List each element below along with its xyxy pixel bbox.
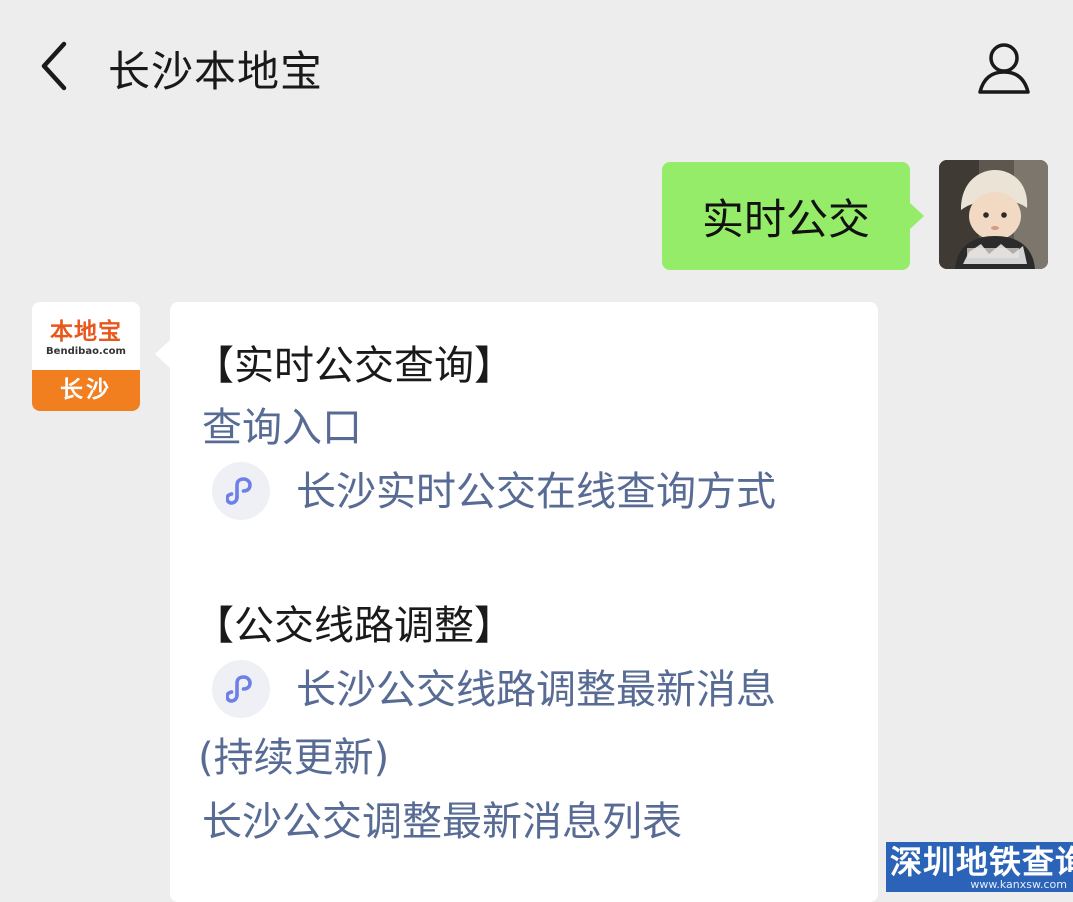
mini-program-icon (212, 462, 270, 520)
mini-program-link-route-adjust[interactable]: 长沙公交线路调整最新消息 (296, 664, 776, 716)
user-message-bubble[interactable]: 实时公交 (662, 162, 924, 270)
city-label: 长沙 (32, 370, 140, 411)
logo-text: 本地宝 (50, 319, 122, 345)
chat-header: 长沙本地宝 (0, 0, 1073, 130)
mini-program-icon (212, 660, 270, 718)
chat-title: 长沙本地宝 (108, 47, 324, 96)
adjust-news-list-link[interactable]: 长沙公交调整最新消息列表 (202, 796, 682, 848)
site-watermark: 深圳地铁查询 www.kanxsw.com (886, 842, 1073, 892)
back-button[interactable] (36, 40, 76, 92)
watermark-title: 深圳地铁查询 (890, 843, 1073, 881)
section-heading-route-adjust: 【公交线路调整】 (194, 603, 514, 649)
user-message-text: 实时公交 (701, 194, 870, 244)
official-account-avatar[interactable]: 本地宝 Bendibao.com 长沙 (32, 302, 140, 411)
reply-message-bubble: 【实时公交查询】 查询入口 长沙实时公交在线查询方式 【公交线路调整】 长沙公交… (155, 302, 878, 902)
watermark-url: www.kanxsw.com (970, 878, 1067, 891)
user-avatar[interactable] (939, 160, 1048, 269)
chevron-left-icon (41, 41, 67, 91)
profile-button[interactable] (974, 38, 1034, 98)
avatar-photo (939, 160, 1048, 269)
mini-program-link-icon (226, 675, 252, 703)
logo-url: Bendibao.com (46, 346, 126, 357)
query-entry-link[interactable]: 查询入口 (202, 402, 362, 454)
mini-program-link-icon (226, 477, 252, 505)
logo-area: 本地宝 Bendibao.com (32, 302, 140, 370)
mini-program-link-route-adjust-continued[interactable]: (持续更新) (198, 732, 389, 784)
mini-program-link-realtime-query[interactable]: 长沙实时公交在线查询方式 (296, 466, 776, 518)
user-icon (978, 43, 1030, 94)
section-heading-realtime: 【实时公交查询】 (194, 343, 514, 389)
